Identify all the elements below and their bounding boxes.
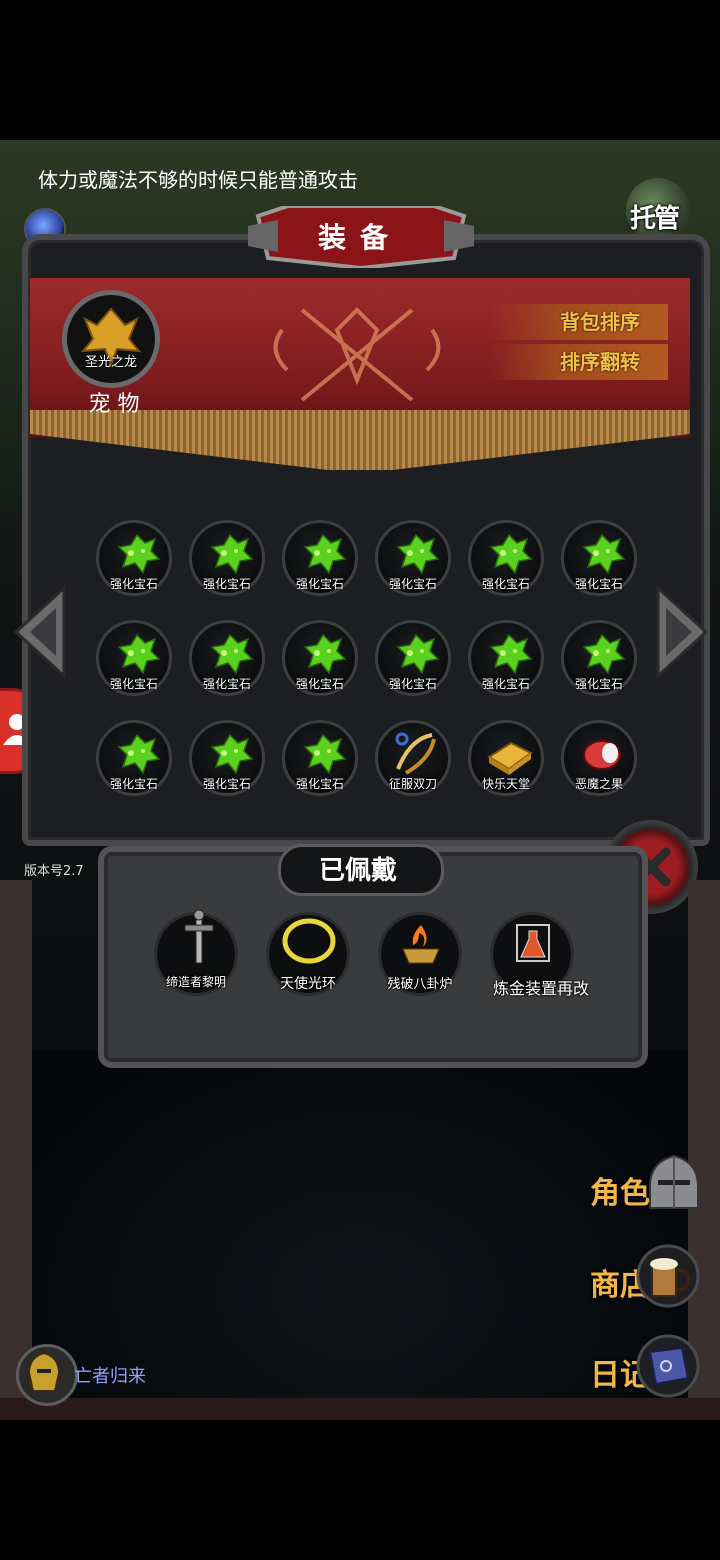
inventory-slot[interactable]: 强化宝石 <box>189 620 265 696</box>
left-frame <box>0 880 32 1400</box>
furnace-icon <box>402 925 440 964</box>
pet-name: 圣光之龙 <box>84 355 137 370</box>
inventory-slot[interactable]: 强化宝石 <box>189 520 265 596</box>
inventory-slot[interactable]: 强化宝石 <box>468 520 544 596</box>
inventory-item-name: 强化宝石 <box>295 577 344 591</box>
inventory-item-name: 强化宝石 <box>109 577 158 591</box>
equipped-item-name: 炼金装置再改 <box>493 979 590 998</box>
auto-battle-button[interactable]: 托管 <box>626 178 690 242</box>
halo-icon <box>282 918 336 964</box>
equipped-title: 已佩戴 <box>318 856 397 886</box>
warrior-portrait-icon <box>27 1351 61 1392</box>
green-gem-icon <box>210 633 254 675</box>
panel-title: 装备 <box>317 221 402 254</box>
green-gem-icon <box>303 633 347 675</box>
green-gem-icon <box>396 533 440 575</box>
gold-book-icon <box>487 741 533 775</box>
boss-portrait[interactable] <box>16 1344 78 1406</box>
inventory-item-name: 强化宝石 <box>295 777 344 791</box>
nav-journal[interactable]: 日记 <box>590 1334 710 1404</box>
inventory-slot[interactable]: 快乐天堂 <box>468 720 544 796</box>
green-gem-icon <box>117 533 161 575</box>
green-gem-icon <box>117 733 161 775</box>
equipped-item-name: 缔造者黎明 <box>165 975 226 989</box>
inventory-item-name: 强化宝石 <box>481 577 530 591</box>
green-gem-icon <box>582 633 626 675</box>
inventory-slot[interactable]: 征服双刀 <box>375 720 451 796</box>
inventory-item-name: 强化宝石 <box>202 577 251 591</box>
inventory-slot[interactable]: 强化宝石 <box>282 620 358 696</box>
beer-mug-icon <box>636 1244 700 1308</box>
inventory-item-name: 恶魔之果 <box>574 777 623 791</box>
green-gem-icon <box>582 533 626 575</box>
inventory-slot[interactable]: 强化宝石 <box>282 720 358 796</box>
equipped-slot-4[interactable]: 炼金装置再改 <box>490 912 590 998</box>
equipped-slot-2[interactable]: 天使光环 <box>266 912 350 996</box>
inventory-slot[interactable]: 强化宝石 <box>375 620 451 696</box>
equipped-slot-1[interactable]: 缔造者黎明 <box>154 909 238 996</box>
green-gem-icon <box>210 733 254 775</box>
twin-blades-icon <box>395 732 436 775</box>
inventory-item-name: 征服双刀 <box>388 777 437 791</box>
inventory-item-name: 快乐天堂 <box>481 777 530 791</box>
tip-text: 体力或魔法不够的时候只能普通攻击 <box>38 168 358 192</box>
previous-page-arrow-icon[interactable] <box>12 584 68 680</box>
green-gem-icon <box>303 733 347 775</box>
inventory-item-name: 强化宝石 <box>109 777 158 791</box>
inventory-item-name: 强化宝石 <box>481 677 530 691</box>
inventory-slot[interactable]: 强化宝石 <box>468 620 544 696</box>
inventory-slot[interactable]: 强化宝石 <box>96 620 172 696</box>
alchemy-flask-icon <box>516 924 550 962</box>
pet-label: 宠 物 <box>88 392 140 417</box>
inventory-slot[interactable]: 强化宝石 <box>96 720 172 796</box>
nav-character-label: 角色 <box>590 1176 650 1211</box>
inventory-item-name: 强化宝石 <box>109 677 158 691</box>
inventory-slot[interactable]: 强化宝石 <box>375 520 451 596</box>
inventory-slot[interactable]: 强化宝石 <box>561 620 637 696</box>
pet-slot[interactable]: 圣光之龙 <box>62 290 160 388</box>
green-gem-icon <box>396 633 440 675</box>
inventory-slot[interactable]: 强化宝石 <box>561 520 637 596</box>
inventory-item-name: 强化宝石 <box>388 677 437 691</box>
knight-helmet-icon <box>649 1154 699 1209</box>
inventory-item-name: 强化宝石 <box>202 777 251 791</box>
sword-icon <box>184 909 214 964</box>
inventory-slot[interactable]: 恶魔之果 <box>561 720 637 796</box>
demon-fruit-icon <box>583 740 621 770</box>
boss-label: 亡者归来 <box>74 1366 146 1387</box>
journal-icon <box>636 1334 700 1398</box>
green-gem-icon <box>489 533 533 575</box>
green-gem-icon <box>210 533 254 575</box>
equipped-item-name: 天使光环 <box>280 976 336 992</box>
crossed-swords-crest-icon <box>273 307 441 402</box>
inventory-item-name: 强化宝石 <box>574 677 623 691</box>
equipped-item-name: 残破八卦炉 <box>387 977 453 992</box>
auto-battle-label: 托管 <box>630 204 680 234</box>
inventory-item-name: 强化宝石 <box>574 577 623 591</box>
green-gem-icon <box>489 633 533 675</box>
sort-bag-button[interactable]: 背包排序 <box>488 304 668 340</box>
equipped-slot-3[interactable]: 残破八卦炉 <box>378 912 462 996</box>
green-gem-icon <box>303 533 347 575</box>
inventory-slot[interactable]: 强化宝石 <box>282 520 358 596</box>
green-gem-icon <box>117 633 161 675</box>
inventory-item-name: 强化宝石 <box>388 577 437 591</box>
version-label: 版本号2.7 <box>24 864 84 879</box>
reverse-sort-button[interactable]: 排序翻转 <box>488 344 668 380</box>
inventory-item-name: 强化宝石 <box>202 677 251 691</box>
nav-shop[interactable]: 商店 <box>590 1244 710 1314</box>
nav-character[interactable]: 角色 <box>590 1152 710 1222</box>
inventory-item-name: 强化宝石 <box>295 677 344 691</box>
inventory-slot[interactable]: 强化宝石 <box>189 720 265 796</box>
right-frame <box>688 880 720 1400</box>
inventory-slot[interactable]: 强化宝石 <box>96 520 172 596</box>
next-page-arrow-icon[interactable] <box>654 584 710 680</box>
